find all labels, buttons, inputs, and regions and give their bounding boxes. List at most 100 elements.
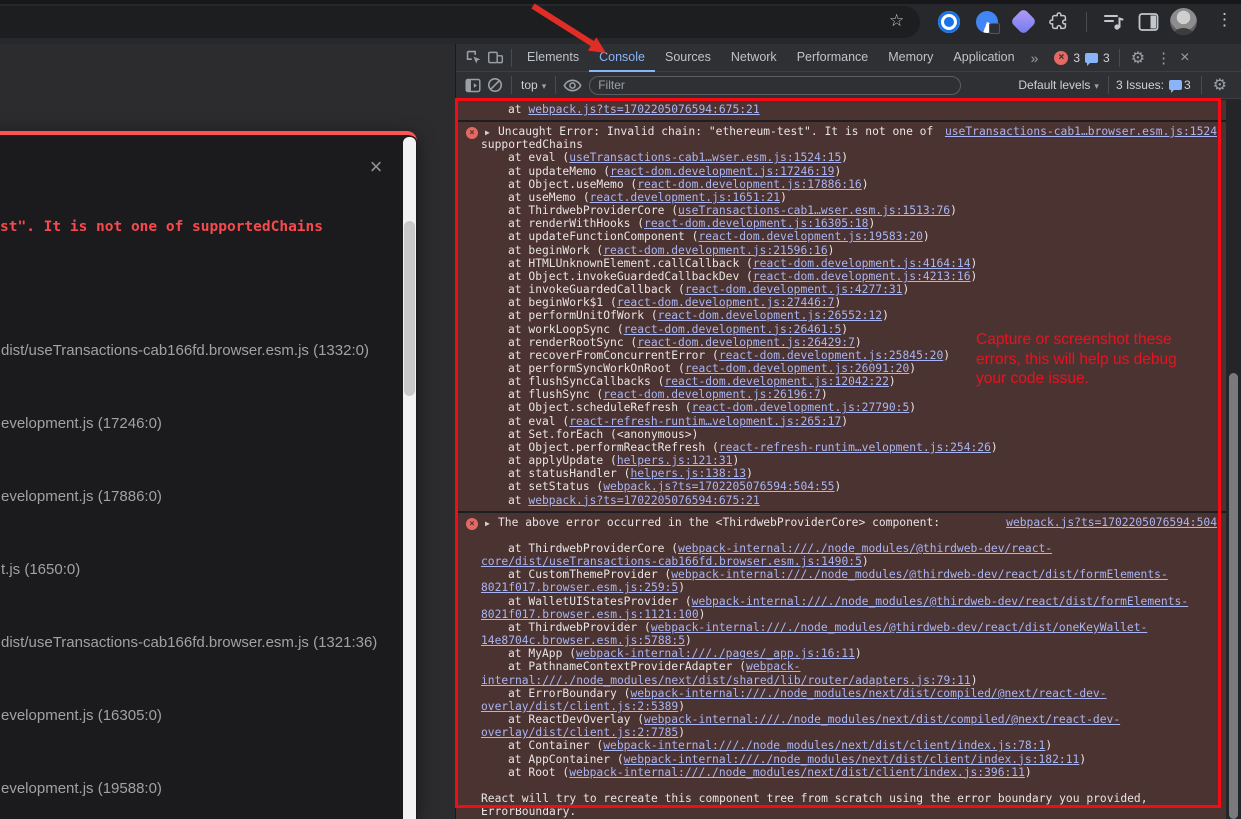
tab-console[interactable]: Console xyxy=(589,44,655,72)
source-location-link[interactable]: helpers.js:138:13 xyxy=(630,467,746,480)
source-location-link[interactable]: react-dom.development.js:4164:14 xyxy=(753,257,971,270)
toolbar-separator xyxy=(511,76,512,94)
inspect-element-icon[interactable] xyxy=(462,48,484,68)
expand-triangle-icon[interactable]: ▶ xyxy=(485,126,490,139)
tab-application[interactable]: Application xyxy=(943,44,1024,72)
extension-pie-icon[interactable] xyxy=(976,11,998,33)
source-location-link[interactable]: webpack.js?ts=1702205076594:504:55 xyxy=(603,480,834,493)
stack-trace-line: at MyApp (webpack-internal:///./pages/_a… xyxy=(481,647,1217,660)
extensions-puzzle-icon[interactable] xyxy=(1048,11,1070,33)
tab-elements[interactable]: Elements xyxy=(517,44,589,72)
source-location-link[interactable]: useTransactions-cab1…browser.esm.js:1524 xyxy=(945,125,1217,138)
live-expression-eye-icon[interactable] xyxy=(561,75,583,95)
profile-avatar[interactable] xyxy=(1170,8,1197,35)
console-error-message: ×webpack.js?ts=1702205076594:504▶The abo… xyxy=(456,513,1227,819)
source-location-link[interactable]: webpack-internal:///./node_modules/next/… xyxy=(624,753,1080,766)
stack-trace-line: at HTMLUnknownElement.callCallback (reac… xyxy=(481,257,1217,270)
stack-trace-line: at ReactDevOverlay (webpack-internal:///… xyxy=(481,713,1217,739)
source-location-link[interactable]: webpack.js?ts=1702205076594:675:21 xyxy=(528,494,759,507)
devtools-close-icon[interactable]: × xyxy=(1176,49,1195,67)
stack-trace-line: at updateFunctionComponent (react-dom.de… xyxy=(481,230,1217,243)
source-location-link[interactable]: react-refresh-runtim…velopment.js:254:26 xyxy=(719,441,991,454)
devtools-settings-gear-icon[interactable]: ⚙ xyxy=(1125,48,1151,68)
error-badge-icon[interactable]: × xyxy=(1054,51,1068,65)
more-tabs-chevron[interactable]: » xyxy=(1025,50,1045,66)
source-location-link[interactable]: webpack.js?ts=1702205076594:675:21 xyxy=(528,103,759,116)
log-levels-selector[interactable]: Default levels▾ xyxy=(1014,78,1103,92)
message-bubble-icon[interactable] xyxy=(1085,53,1098,63)
tab-network[interactable]: Network xyxy=(721,44,787,72)
error-circle-icon: × xyxy=(466,127,478,139)
source-location-link[interactable]: react-dom.development.js:26091:20 xyxy=(685,362,909,375)
console-settings-gear-icon[interactable]: ⚙ xyxy=(1207,75,1233,95)
address-bar[interactable] xyxy=(0,6,920,38)
console-sidebar-toggle-icon[interactable] xyxy=(462,75,484,95)
device-toolbar-icon[interactable] xyxy=(484,48,506,68)
stack-trace-line: at eval (react-refresh-runtim…velopment.… xyxy=(481,415,1217,428)
source-location-link[interactable]: webpack.js?ts=1702205076594:504 xyxy=(1006,516,1217,529)
source-location-link[interactable]: react-dom.development.js:12042:22 xyxy=(664,375,888,388)
bookmark-star-icon[interactable]: ☆ xyxy=(889,9,904,33)
source-location-link[interactable]: helpers.js:121:31 xyxy=(617,454,733,467)
source-location-link[interactable]: useTransactions-cab1…wser.esm.js:1513:76 xyxy=(678,204,950,217)
console-filter-input[interactable] xyxy=(589,76,961,95)
stack-trace-line: at statusHandler (helpers.js:138:13) xyxy=(481,467,1217,480)
extension-blue-circle-icon[interactable] xyxy=(938,11,960,33)
context-selector[interactable]: top▾ xyxy=(517,78,550,92)
source-location-link[interactable]: react-dom.development.js:26552:12 xyxy=(658,309,882,322)
source-location-link[interactable]: react-dom.development.js:27446:7 xyxy=(617,296,835,309)
stack-trace-line: at recoverFromConcurrentError (react-dom… xyxy=(481,349,1217,362)
toolbar-separator xyxy=(555,76,556,94)
source-location-link[interactable]: useTransactions-cab1…wser.esm.js:1524:15 xyxy=(569,151,841,164)
devtools-menu-kebab-icon[interactable]: ⋮ xyxy=(1151,49,1176,67)
source-location-link[interactable]: react-dom.development.js:19583:20 xyxy=(698,230,922,243)
overlay-scrollbar-thumb[interactable] xyxy=(404,221,415,396)
overlay-scrollbar[interactable] xyxy=(403,137,416,819)
source-location-link[interactable]: webpack-internal:///./node_modules/next/… xyxy=(569,766,1025,779)
source-location-link[interactable]: react-dom.development.js:26461:5 xyxy=(624,323,842,336)
source-location-link[interactable]: react-dom.development.js:26196:7 xyxy=(603,388,821,401)
media-list-icon[interactable] xyxy=(1103,12,1125,32)
console-scrollbar[interactable] xyxy=(1226,100,1241,819)
stack-trace-line: at ThirdwebProviderCore (useTransactions… xyxy=(481,204,1217,217)
source-location-link[interactable]: react-dom.development.js:17886:16 xyxy=(637,178,861,191)
issues-bubble-icon[interactable] xyxy=(1169,80,1182,90)
source-location-link[interactable]: webpack-internal:///./node_modules/next/… xyxy=(603,739,1045,752)
overlay-frame-path: evelopment.js (17246:0) xyxy=(1,415,377,488)
console-error-message: × useTransactions-cab1…browser.esm.js:152… xyxy=(456,122,1227,513)
issues-label[interactable]: 3 Issues: xyxy=(1116,78,1164,92)
source-location-link[interactable]: react-dom.development.js:27790:5 xyxy=(692,401,910,414)
source-location-link[interactable]: react-dom.development.js:16305:18 xyxy=(644,217,868,230)
tab-memory[interactable]: Memory xyxy=(878,44,943,72)
overlay-close-icon[interactable]: × xyxy=(364,155,388,179)
overlay-error-text: st". It is not one of supportedChains xyxy=(0,219,323,235)
stack-trace-line: at Set.forEach (<anonymous>) xyxy=(481,428,1217,441)
stack-trace-line: at Container (webpack-internal:///./node… xyxy=(481,739,1217,752)
toolbar-separator xyxy=(1201,76,1202,94)
source-location-link[interactable]: react.development.js:1651:21 xyxy=(590,191,780,204)
source-location-link[interactable]: react-dom.development.js:17246:19 xyxy=(610,165,834,178)
stack-trace-line: at updateMemo (react-dom.development.js:… xyxy=(481,165,1217,178)
tab-performance[interactable]: Performance xyxy=(787,44,879,72)
window-edge xyxy=(0,0,1241,4)
source-location-link[interactable]: react-dom.development.js:4213:16 xyxy=(753,270,971,283)
source-location-link[interactable]: react-dom.development.js:4277:31 xyxy=(685,283,903,296)
console-scrollbar-thumb[interactable] xyxy=(1229,373,1238,819)
source-location-link[interactable]: react-dom.development.js:21596:16 xyxy=(603,244,827,257)
expand-triangle-icon[interactable]: ▶ xyxy=(485,517,490,530)
overlay-frame-path: t.js (1650:0) xyxy=(1,561,377,634)
stack-trace-line: at CustomThemeProvider (webpack-internal… xyxy=(481,568,1217,594)
console-message-partial: at webpack.js?ts=1702205076594:675:21 xyxy=(456,100,1227,122)
side-panel-icon[interactable] xyxy=(1138,12,1159,32)
source-location-link[interactable]: react-dom.development.js:26429:7 xyxy=(637,336,855,349)
source-location-link[interactable]: webpack-internal:///./pages/_app.js:16:1… xyxy=(576,647,855,660)
extension-diamond-icon[interactable] xyxy=(1010,8,1037,35)
tab-sources[interactable]: Sources xyxy=(655,44,721,72)
browser-menu-kebab-icon[interactable]: ⋮ xyxy=(1216,10,1233,30)
source-location-link[interactable]: react-refresh-runtim…velopment.js:265:17 xyxy=(569,415,841,428)
stack-trace-line: React will try to recreate this componen… xyxy=(481,792,1217,818)
browser-toolbar: ☆ ⋮ xyxy=(0,0,1241,44)
stack-trace-line: at WalletUIStatesProvider (webpack-inter… xyxy=(481,595,1217,621)
clear-console-icon[interactable] xyxy=(484,75,506,95)
source-location-link[interactable]: react-dom.development.js:25845:20 xyxy=(719,349,943,362)
